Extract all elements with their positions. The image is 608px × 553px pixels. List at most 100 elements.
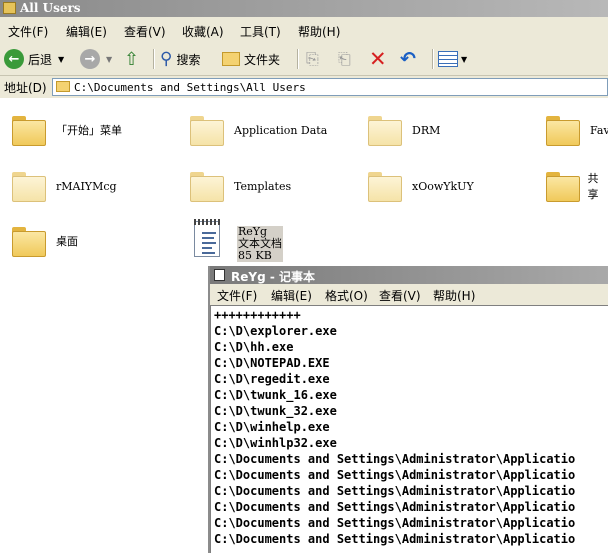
back-arrow-icon: ← — [4, 49, 24, 69]
text-line: C:\D\twunk_16.exe — [214, 388, 337, 402]
menu-tools[interactable]: 工具(T) — [240, 23, 281, 40]
search-button[interactable]: ⚲ 搜索 — [160, 47, 200, 71]
undo-icon: ↶ — [400, 48, 416, 70]
folder-name: xOowYkUY — [412, 179, 474, 193]
address-path: C:\Documents and Settings\All Users — [74, 81, 306, 94]
window-title: All Users — [20, 1, 81, 15]
address-label: 地址(D) — [4, 81, 47, 95]
notepad-window: ReYg - 记事本 文件(F) 编辑(E) 格式(O) 查看(V) 帮助(H)… — [208, 266, 608, 553]
folder-item[interactable]: 桌面 — [10, 224, 78, 258]
folder-item[interactable]: xOowYkUY — [366, 169, 474, 203]
folder-name: 「开始」菜单 — [56, 124, 122, 137]
notepad-icon — [214, 269, 225, 281]
toolbar: ← 后退 ▼ → ▼ ⇧ ⚲ 搜索 文件夹 ⎘ ⎗ ✕ ↶ ▼ — [0, 43, 608, 76]
notepad-menu-edit[interactable]: 编辑(E) — [271, 287, 312, 304]
text-line: C:\D\hh.exe — [214, 340, 294, 354]
notepad-text-area[interactable]: ++++++++++++ C:\D\explorer.exe C:\D\hh.e… — [210, 305, 608, 553]
notepad-menu-view[interactable]: 查看(V) — [379, 287, 421, 304]
file-size: 85 KB — [237, 250, 283, 262]
forward-arrow-icon: → — [80, 49, 100, 69]
folder-icon — [188, 169, 226, 203]
text-line: C:\Documents and Settings\Administrator\… — [214, 500, 576, 514]
text-line: C:\Documents and Settings\Administrator\… — [214, 484, 576, 498]
folder-icon — [544, 169, 580, 203]
copy-to-icon: ⎗ — [338, 49, 351, 68]
notepad-menu-bar: 文件(F) 编辑(E) 格式(O) 查看(V) 帮助(H) — [210, 284, 608, 304]
text-line: C:\Documents and Settings\Administrator\… — [214, 516, 576, 530]
menu-bar: 文件(F) 编辑(E) 查看(V) 收藏(A) 工具(T) 帮助(H) — [0, 17, 608, 44]
folders-label: 文件夹 — [244, 52, 281, 67]
text-file-item[interactable] — [192, 219, 222, 259]
views-dropdown-icon: ▼ — [461, 54, 468, 64]
copy-to-button[interactable]: ⎗ — [338, 47, 351, 71]
text-line: C:\D\regedit.exe — [214, 372, 330, 386]
text-line: C:\D\explorer.exe — [214, 324, 337, 338]
folder-icon — [366, 113, 404, 147]
folder-item[interactable]: 共享 — [544, 169, 608, 203]
search-magnifier-icon: ⚲ — [160, 49, 173, 69]
address-input[interactable]: C:\Documents and Settings\All Users — [52, 78, 608, 96]
folder-name: 共享 — [587, 172, 599, 201]
notepad-menu-help[interactable]: 帮助(H) — [433, 287, 475, 304]
folder-name: Templates — [234, 179, 292, 193]
folders-button[interactable]: 文件夹 — [222, 47, 280, 71]
back-label: 后退 — [28, 52, 53, 67]
folder-icon — [544, 113, 582, 147]
back-dropdown-icon[interactable]: ▼ — [58, 55, 64, 64]
notepad-menu-file[interactable]: 文件(F) — [217, 287, 257, 304]
folder-item[interactable]: 「开始」菜单 — [10, 113, 122, 147]
views-icon — [438, 51, 458, 67]
address-bar: 地址(D) C:\Documents and Settings\All User… — [0, 76, 608, 98]
menu-edit[interactable]: 编辑(E) — [66, 23, 107, 40]
move-to-button[interactable]: ⎘ — [306, 47, 319, 71]
toolbar-separator — [297, 49, 299, 69]
folder-icon — [10, 113, 48, 147]
forward-dropdown-icon[interactable]: ▼ — [106, 55, 112, 64]
up-folder-button[interactable]: ⇧ — [124, 47, 139, 71]
notepad-title-bar[interactable]: ReYg - 记事本 — [210, 266, 608, 284]
folders-icon — [222, 52, 240, 66]
text-line: C:\Documents and Settings\Administrator\… — [214, 532, 576, 546]
text-line: C:\D\twunk_32.exe — [214, 404, 337, 418]
toolbar-separator — [432, 49, 434, 69]
selected-file-info[interactable]: ReYg 文本文档 85 KB — [237, 226, 283, 262]
text-line: C:\D\winhlp32.exe — [214, 436, 337, 450]
folder-icon — [188, 113, 226, 147]
menu-file[interactable]: 文件(F) — [8, 23, 48, 40]
folder-icon — [366, 169, 404, 203]
text-line: C:\Documents and Settings\Administrator\… — [214, 452, 576, 466]
delete-button[interactable]: ✕ — [369, 47, 387, 71]
folder-item[interactable]: Application Data — [188, 113, 327, 147]
text-line: ++++++++++++ — [214, 308, 301, 322]
menu-view[interactable]: 查看(V) — [124, 23, 166, 40]
search-label: 搜索 — [176, 52, 201, 67]
folder-name: rMAIYMcg — [56, 179, 117, 193]
text-document-icon — [192, 219, 222, 259]
folder-item[interactable]: rMAIYMcg — [10, 169, 117, 203]
folder-window-icon — [3, 2, 16, 14]
menu-help[interactable]: 帮助(H) — [298, 23, 340, 40]
folder-icon — [10, 169, 48, 203]
undo-button[interactable]: ↶ — [400, 47, 416, 71]
notepad-title: ReYg - 记事本 — [231, 270, 315, 284]
up-folder-icon: ⇧ — [124, 48, 140, 70]
folder-item[interactable]: DRM — [366, 113, 440, 147]
folder-name: DRM — [412, 123, 441, 137]
folder-name: 桌面 — [56, 235, 78, 248]
text-line: C:\D\winhelp.exe — [214, 420, 330, 434]
views-button[interactable]: ▼ — [438, 47, 467, 71]
folder-icon — [10, 224, 48, 258]
text-line: C:\Documents and Settings\Administrator\… — [214, 468, 576, 482]
notepad-menu-format[interactable]: 格式(O) — [325, 287, 368, 304]
folder-icon — [56, 81, 70, 92]
back-button[interactable]: ← 后退 ▼ — [4, 47, 64, 71]
menu-favorites[interactable]: 收藏(A) — [182, 23, 224, 40]
folder-name: Application Data — [234, 123, 328, 137]
text-line: C:\D\NOTEPAD.EXE — [214, 356, 330, 370]
folder-item[interactable]: Fav — [544, 113, 608, 147]
move-to-icon: ⎘ — [306, 49, 319, 68]
explorer-title-bar[interactable]: All Users — [0, 0, 608, 17]
folder-item[interactable]: Templates — [188, 169, 291, 203]
forward-button[interactable]: → ▼ — [80, 47, 112, 71]
delete-x-icon: ✕ — [369, 47, 387, 71]
